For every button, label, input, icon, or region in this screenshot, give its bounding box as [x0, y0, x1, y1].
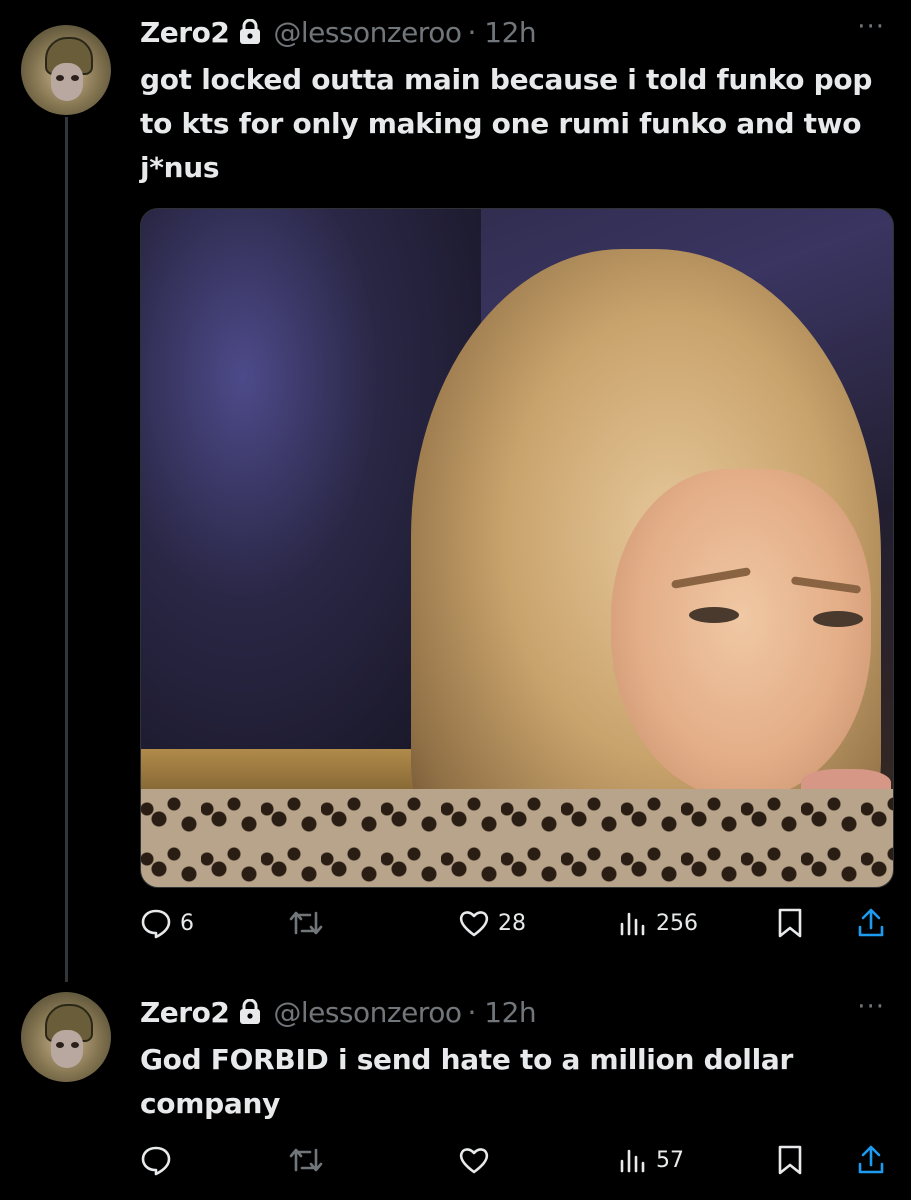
avatar-face	[51, 63, 83, 101]
avatar[interactable]	[21, 25, 111, 115]
action-bar: 6 28 256	[140, 903, 900, 943]
image-leopard-top	[141, 789, 893, 887]
share-button[interactable]	[856, 903, 886, 943]
lock-icon	[239, 999, 261, 1025]
heart-icon	[459, 911, 489, 937]
views-icon	[620, 912, 645, 936]
avatar[interactable]	[21, 992, 111, 1082]
user-handle[interactable]: @lessonzeroo	[273, 16, 462, 49]
views-button[interactable]: 57	[618, 1140, 684, 1180]
user-handle[interactable]: @lessonzeroo	[273, 996, 462, 1029]
share-button[interactable]	[856, 1140, 886, 1180]
image-face	[611, 469, 871, 799]
repost-icon	[289, 1148, 323, 1172]
repost-button[interactable]	[288, 903, 332, 943]
lock-icon	[239, 19, 261, 45]
tweet-image[interactable]	[140, 208, 894, 888]
like-button[interactable]	[458, 1140, 498, 1180]
bookmark-icon	[778, 1145, 802, 1175]
repost-icon	[289, 911, 323, 935]
like-count: 28	[498, 910, 526, 936]
reply-icon	[141, 909, 171, 939]
avatar-eye	[71, 1042, 79, 1048]
share-icon	[858, 1145, 884, 1174]
heart-icon	[459, 1148, 489, 1174]
timestamp[interactable]: · 12h	[467, 16, 536, 49]
reply-button[interactable]	[140, 1140, 180, 1180]
image-eye	[813, 611, 863, 627]
bookmark-button[interactable]	[776, 1140, 804, 1180]
timestamp[interactable]: · 12h	[467, 996, 536, 1029]
tweet-header: Zero2 @lessonzeroo · 12h	[140, 992, 537, 1032]
view-count: 256	[656, 910, 698, 936]
view-count: 57	[656, 1147, 684, 1173]
avatar-eye	[71, 75, 79, 81]
display-name[interactable]: Zero2	[140, 996, 230, 1029]
reply-button[interactable]: 6	[140, 903, 194, 943]
views-button[interactable]: 256	[618, 903, 698, 943]
tweet-1[interactable]: Zero2 @lessonzeroo · 12h ··· got locked …	[0, 0, 911, 980]
tweet-text: got locked outta main because i told fun…	[140, 63, 873, 184]
avatar-eye	[56, 75, 64, 81]
avatar-eye	[56, 1042, 64, 1048]
tweet-2[interactable]: Zero2 @lessonzeroo · 12h ··· God FORBID …	[0, 980, 911, 1200]
bookmark-button[interactable]	[776, 903, 804, 943]
display-name[interactable]: Zero2	[140, 16, 230, 49]
more-options-icon[interactable]: ···	[857, 992, 885, 1022]
bookmark-icon	[778, 908, 802, 938]
share-icon	[858, 908, 884, 937]
reply-icon	[141, 1146, 171, 1176]
image-eye	[689, 607, 739, 623]
repost-button[interactable]	[288, 1140, 332, 1180]
like-button[interactable]: 28	[458, 903, 526, 943]
reply-count: 6	[180, 910, 194, 936]
views-icon	[620, 1149, 645, 1173]
tweet-header: Zero2 @lessonzeroo · 12h	[140, 12, 537, 52]
tweet-text: God FORBID i send hate to a million doll…	[140, 1043, 794, 1120]
more-options-icon[interactable]: ···	[857, 12, 885, 42]
action-bar: 57	[140, 1140, 900, 1180]
avatar-face	[51, 1030, 83, 1068]
